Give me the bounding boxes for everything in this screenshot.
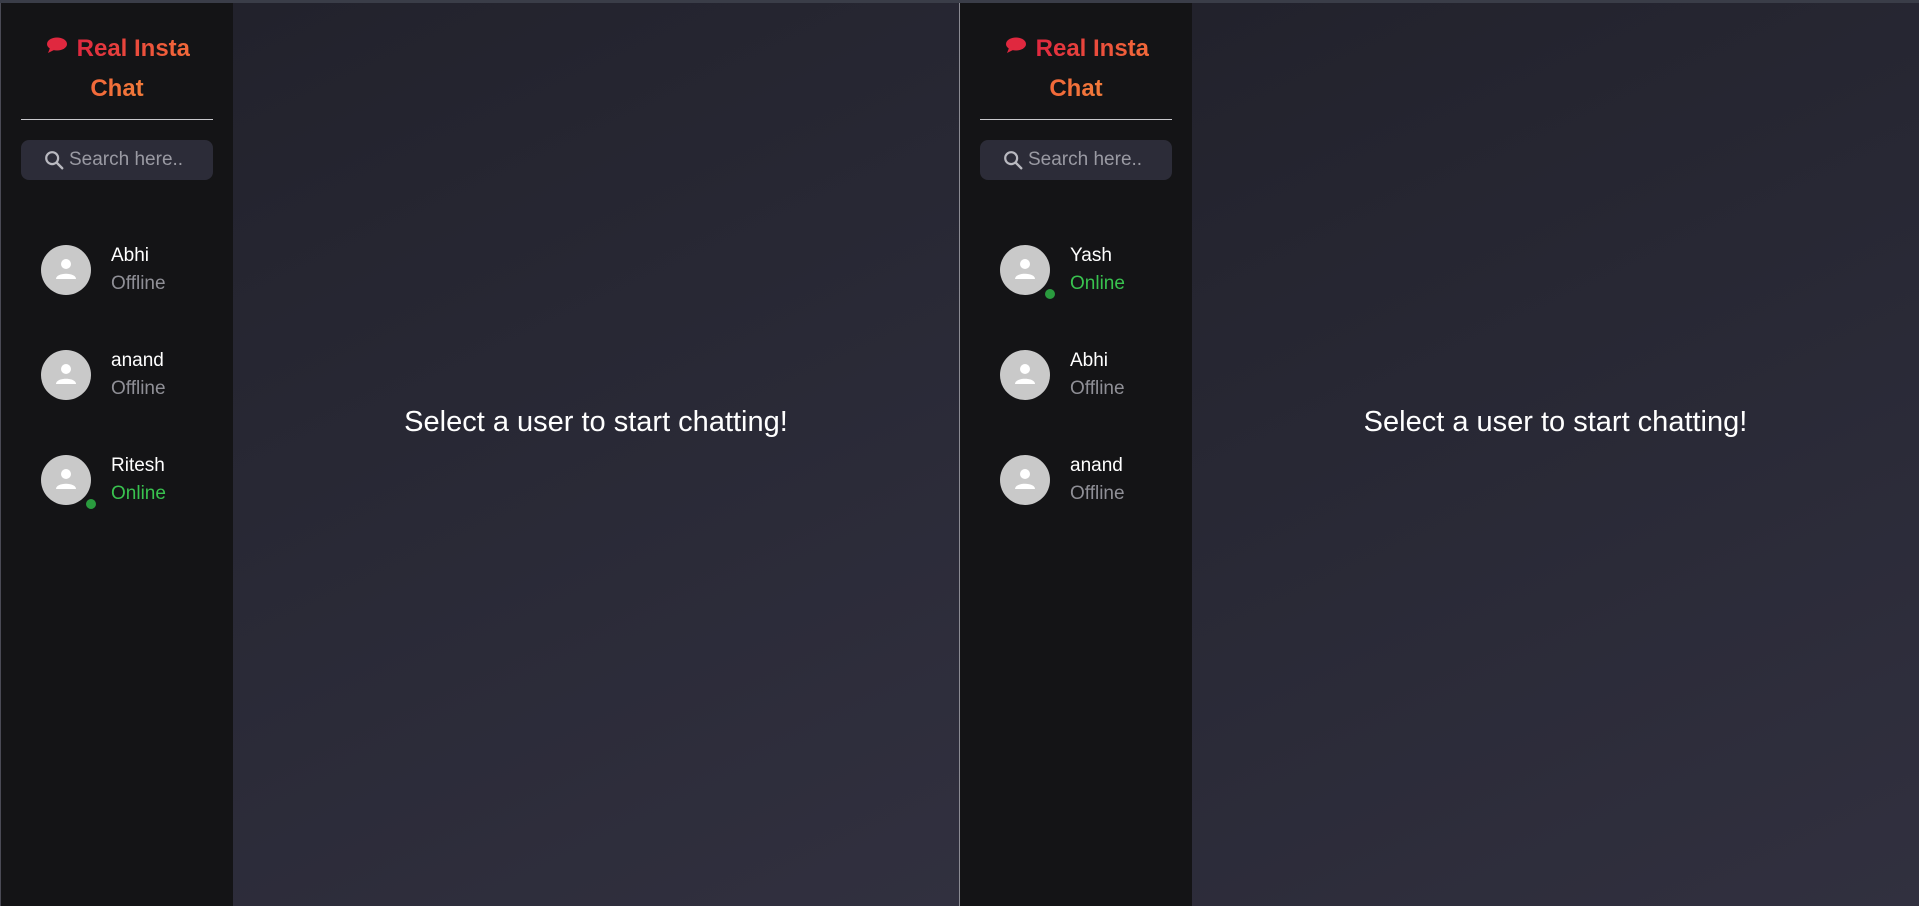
avatar [1000,349,1050,400]
user-item-anand[interactable]: anand Offline [980,427,1172,532]
chat-area: Select a user to start chatting! [233,3,959,906]
user-item-anand[interactable]: anand Offline [21,322,213,427]
brand-logo[interactable]: Real Insta Chat [980,3,1172,119]
empty-state-message: Select a user to start chatting! [1363,406,1748,438]
search-input[interactable] [69,149,199,171]
user-list: Abhi Offline anand Offline Ritesh Online [21,217,213,532]
user-info: anand Offline [111,347,166,403]
chat-bubble-icon [1003,27,1029,67]
online-indicator [1045,288,1055,299]
user-status: Offline [111,272,166,294]
sidebar: Real Insta Chat Abhi Offline [1,3,233,906]
user-item-abhi[interactable]: Abhi Offline [21,217,213,322]
avatar [41,349,91,400]
brand-title: Real Insta Chat [76,35,191,102]
user-name: Yash [1070,244,1112,266]
user-list: Yash Online Abhi Offline anand Offline [980,217,1172,532]
user-info: Ritesh Online [111,452,166,508]
user-item-yash[interactable]: Yash Online [980,217,1172,322]
online-indicator [86,498,96,509]
user-status: Offline [1070,482,1125,504]
user-info: anand Offline [1070,452,1125,508]
brand-logo[interactable]: Real Insta Chat [21,3,213,119]
user-item-ritesh[interactable]: Ritesh Online [21,427,213,532]
chat-bubble-icon [44,27,70,67]
avatar [1000,244,1055,299]
user-icon [56,363,76,384]
user-status: Offline [111,377,166,399]
chat-window-right: Real Insta Chat Yash Online [960,3,1919,906]
user-icon [1015,468,1035,489]
brand-title: Real Insta Chat [1035,35,1150,102]
sidebar-divider [21,119,213,120]
user-name: anand [111,349,164,371]
search-box[interactable] [21,140,213,180]
search-input[interactable] [1028,149,1158,171]
user-icon [56,258,76,279]
search-box[interactable] [980,140,1172,180]
user-info: Yash Online [1070,242,1125,298]
search-icon [1004,151,1023,170]
user-icon [1015,363,1035,384]
avatar [1000,454,1050,505]
user-status: Online [1070,272,1125,294]
user-name: Abhi [1070,349,1109,371]
user-icon [56,468,76,489]
user-status: Offline [1070,377,1125,399]
user-item-abhi[interactable]: Abhi Offline [980,322,1172,427]
search-icon [45,151,64,170]
chat-area: Select a user to start chatting! [1192,3,1919,906]
empty-state-message: Select a user to start chatting! [404,406,788,438]
avatar [41,244,91,295]
user-info: Abhi Offline [1070,347,1125,403]
chat-window-left: Real Insta Chat Abhi Offline [0,3,959,906]
sidebar-divider [980,119,1172,120]
user-name: Ritesh [111,454,165,476]
user-status: Online [111,482,166,504]
avatar [41,454,96,509]
user-info: Abhi Offline [111,242,166,298]
user-name: anand [1070,454,1123,476]
user-name: Abhi [111,244,150,266]
screen: Real Insta Chat Abhi Offline [0,0,1919,906]
sidebar: Real Insta Chat Yash Online [960,3,1192,906]
user-icon [1015,258,1035,279]
